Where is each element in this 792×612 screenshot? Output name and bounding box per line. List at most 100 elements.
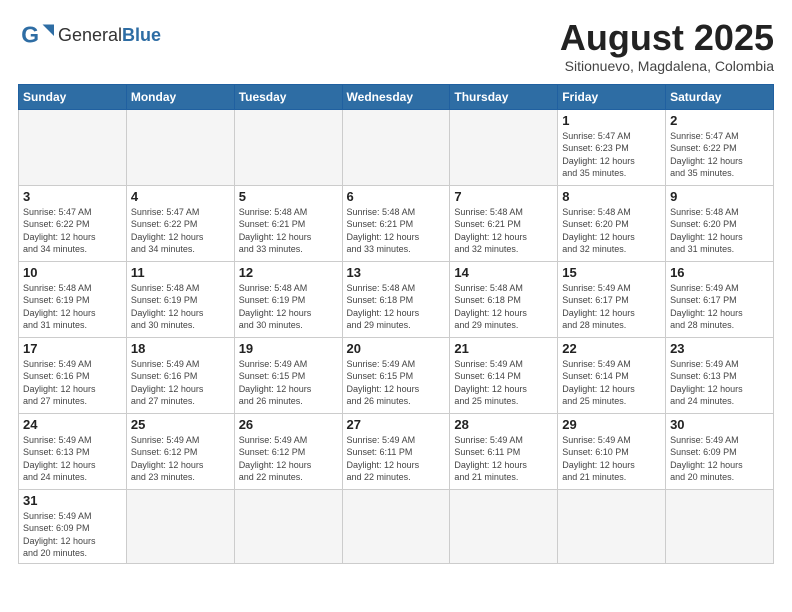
day-info: Sunrise: 5:49 AM Sunset: 6:14 PM Dayligh… bbox=[454, 358, 553, 408]
calendar-cell: 20 Sunrise: 5:49 AM Sunset: 6:15 PM Dayli… bbox=[342, 337, 450, 413]
day-info: Sunrise: 5:48 AM Sunset: 6:19 PM Dayligh… bbox=[131, 282, 230, 332]
day-number: 13 bbox=[347, 265, 446, 280]
day-info: Sunrise: 5:49 AM Sunset: 6:09 PM Dayligh… bbox=[670, 434, 769, 484]
day-info: Sunrise: 5:49 AM Sunset: 6:17 PM Dayligh… bbox=[670, 282, 769, 332]
day-number: 30 bbox=[670, 417, 769, 432]
day-number: 27 bbox=[347, 417, 446, 432]
day-number: 15 bbox=[562, 265, 661, 280]
calendar-cell: 28Sunrise: 5:49 AM Sunset: 6:11 PM Dayli… bbox=[450, 413, 558, 489]
day-number: 22 bbox=[562, 341, 661, 356]
calendar-week-3: 10 Sunrise: 5:48 AM Sunset: 6:19 PM Dayli… bbox=[19, 261, 774, 337]
day-info: Sunrise: 5:48 AM Sunset: 6:21 PM Dayligh… bbox=[454, 206, 553, 256]
day-info: Sunrise: 5:47 AM Sunset: 6:22 PM Dayligh… bbox=[131, 206, 230, 256]
day-number: 24 bbox=[23, 417, 122, 432]
calendar-week-6: 31Sunrise: 5:49 AM Sunset: 6:09 PM Dayli… bbox=[19, 489, 774, 563]
calendar-week-1: 1 Sunrise: 5:47 AM Sunset: 6:23 PM Daylig… bbox=[19, 109, 774, 185]
header-row: SundayMondayTuesdayWednesdayThursdayFrid… bbox=[19, 84, 774, 109]
calendar-week-2: 3Sunrise: 5:47 AM Sunset: 6:22 PM Daylig… bbox=[19, 185, 774, 261]
calendar-cell: 12Sunrise: 5:48 AM Sunset: 6:19 PM Dayli… bbox=[234, 261, 342, 337]
calendar-week-5: 24 Sunrise: 5:49 AM Sunset: 6:13 PM Dayli… bbox=[19, 413, 774, 489]
day-number: 14 bbox=[454, 265, 553, 280]
calendar-cell: 31Sunrise: 5:49 AM Sunset: 6:09 PM Dayli… bbox=[19, 489, 127, 563]
day-info: Sunrise: 5:47 AM Sunset: 6:23 PM Dayligh… bbox=[562, 130, 661, 180]
calendar-cell: 11Sunrise: 5:48 AM Sunset: 6:19 PM Dayli… bbox=[126, 261, 234, 337]
day-info: Sunrise: 5:49 AM Sunset: 6:12 PM Dayligh… bbox=[239, 434, 338, 484]
day-number: 10 bbox=[23, 265, 122, 280]
header-cell-wednesday: Wednesday bbox=[342, 84, 450, 109]
calendar-table: SundayMondayTuesdayWednesdayThursdayFrid… bbox=[18, 84, 774, 564]
calendar-cell bbox=[450, 109, 558, 185]
logo-text-block: GeneralBlue bbox=[58, 25, 161, 47]
day-number: 9 bbox=[670, 189, 769, 204]
calendar-cell: 15 Sunrise: 5:49 AM Sunset: 6:17 PM Dayli… bbox=[558, 261, 666, 337]
calendar-title: August 2025 bbox=[560, 18, 774, 58]
day-info: Sunrise: 5:47 AM Sunset: 6:22 PM Dayligh… bbox=[23, 206, 122, 256]
day-number: 26 bbox=[239, 417, 338, 432]
header-cell-tuesday: Tuesday bbox=[234, 84, 342, 109]
calendar-cell bbox=[666, 489, 774, 563]
calendar-cell: 29 Sunrise: 5:49 AM Sunset: 6:10 PM Dayli… bbox=[558, 413, 666, 489]
calendar-cell: 22 Sunrise: 5:49 AM Sunset: 6:14 PM Dayli… bbox=[558, 337, 666, 413]
calendar-cell: 1 Sunrise: 5:47 AM Sunset: 6:23 PM Daylig… bbox=[558, 109, 666, 185]
day-info: Sunrise: 5:49 AM Sunset: 6:10 PM Dayligh… bbox=[562, 434, 661, 484]
day-info: Sunrise: 5:48 AM Sunset: 6:20 PM Dayligh… bbox=[562, 206, 661, 256]
calendar-cell: 23 Sunrise: 5:49 AM Sunset: 6:13 PM Dayli… bbox=[666, 337, 774, 413]
calendar-cell: 4 Sunrise: 5:47 AM Sunset: 6:22 PM Daylig… bbox=[126, 185, 234, 261]
calendar-cell bbox=[342, 489, 450, 563]
calendar-header: SundayMondayTuesdayWednesdayThursdayFrid… bbox=[19, 84, 774, 109]
day-info: Sunrise: 5:49 AM Sunset: 6:17 PM Dayligh… bbox=[562, 282, 661, 332]
day-info: Sunrise: 5:48 AM Sunset: 6:21 PM Dayligh… bbox=[347, 206, 446, 256]
day-number: 1 bbox=[562, 113, 661, 128]
calendar-cell: 21Sunrise: 5:49 AM Sunset: 6:14 PM Dayli… bbox=[450, 337, 558, 413]
day-info: Sunrise: 5:49 AM Sunset: 6:13 PM Dayligh… bbox=[23, 434, 122, 484]
calendar-cell: 30 Sunrise: 5:49 AM Sunset: 6:09 PM Dayli… bbox=[666, 413, 774, 489]
day-number: 12 bbox=[239, 265, 338, 280]
day-number: 5 bbox=[239, 189, 338, 204]
day-number: 16 bbox=[670, 265, 769, 280]
calendar-cell: 6 Sunrise: 5:48 AM Sunset: 6:21 PM Daylig… bbox=[342, 185, 450, 261]
day-number: 2 bbox=[670, 113, 769, 128]
calendar-cell: 19 Sunrise: 5:49 AM Sunset: 6:15 PM Dayli… bbox=[234, 337, 342, 413]
header-cell-monday: Monday bbox=[126, 84, 234, 109]
calendar-cell: 24 Sunrise: 5:49 AM Sunset: 6:13 PM Dayli… bbox=[19, 413, 127, 489]
day-number: 7 bbox=[454, 189, 553, 204]
logo: G GeneralBlue bbox=[18, 18, 161, 54]
calendar-cell: 14 Sunrise: 5:48 AM Sunset: 6:18 PM Dayli… bbox=[450, 261, 558, 337]
day-info: Sunrise: 5:49 AM Sunset: 6:15 PM Dayligh… bbox=[347, 358, 446, 408]
calendar-cell: 9 Sunrise: 5:48 AM Sunset: 6:20 PM Daylig… bbox=[666, 185, 774, 261]
day-number: 31 bbox=[23, 493, 122, 508]
day-number: 18 bbox=[131, 341, 230, 356]
day-info: Sunrise: 5:49 AM Sunset: 6:16 PM Dayligh… bbox=[23, 358, 122, 408]
calendar-cell: 13Sunrise: 5:48 AM Sunset: 6:18 PM Dayli… bbox=[342, 261, 450, 337]
day-info: Sunrise: 5:49 AM Sunset: 6:16 PM Dayligh… bbox=[131, 358, 230, 408]
day-number: 29 bbox=[562, 417, 661, 432]
calendar-body: 1 Sunrise: 5:47 AM Sunset: 6:23 PM Daylig… bbox=[19, 109, 774, 563]
day-info: Sunrise: 5:49 AM Sunset: 6:15 PM Dayligh… bbox=[239, 358, 338, 408]
day-number: 17 bbox=[23, 341, 122, 356]
header-cell-saturday: Saturday bbox=[666, 84, 774, 109]
logo-icon: G bbox=[18, 18, 54, 54]
day-info: Sunrise: 5:47 AM Sunset: 6:22 PM Dayligh… bbox=[670, 130, 769, 180]
day-number: 8 bbox=[562, 189, 661, 204]
day-info: Sunrise: 5:49 AM Sunset: 6:14 PM Dayligh… bbox=[562, 358, 661, 408]
calendar-cell: 17 Sunrise: 5:49 AM Sunset: 6:16 PM Dayli… bbox=[19, 337, 127, 413]
header-cell-friday: Friday bbox=[558, 84, 666, 109]
title-block: August 2025 Sitionuevo, Magdalena, Colom… bbox=[560, 18, 774, 74]
day-number: 20 bbox=[347, 341, 446, 356]
day-info: Sunrise: 5:48 AM Sunset: 6:21 PM Dayligh… bbox=[239, 206, 338, 256]
day-number: 19 bbox=[239, 341, 338, 356]
day-number: 6 bbox=[347, 189, 446, 204]
day-info: Sunrise: 5:48 AM Sunset: 6:19 PM Dayligh… bbox=[23, 282, 122, 332]
header-cell-thursday: Thursday bbox=[450, 84, 558, 109]
day-info: Sunrise: 5:49 AM Sunset: 6:13 PM Dayligh… bbox=[670, 358, 769, 408]
calendar-cell bbox=[234, 109, 342, 185]
calendar-cell bbox=[126, 489, 234, 563]
day-number: 4 bbox=[131, 189, 230, 204]
day-number: 23 bbox=[670, 341, 769, 356]
calendar-cell: 26 Sunrise: 5:49 AM Sunset: 6:12 PM Dayli… bbox=[234, 413, 342, 489]
day-info: Sunrise: 5:48 AM Sunset: 6:20 PM Dayligh… bbox=[670, 206, 769, 256]
calendar-cell: 18 Sunrise: 5:49 AM Sunset: 6:16 PM Dayli… bbox=[126, 337, 234, 413]
day-info: Sunrise: 5:48 AM Sunset: 6:18 PM Dayligh… bbox=[454, 282, 553, 332]
header: G GeneralBlue August 2025 Sitionuevo, Ma… bbox=[18, 18, 774, 74]
page: G GeneralBlue August 2025 Sitionuevo, Ma… bbox=[0, 0, 792, 612]
